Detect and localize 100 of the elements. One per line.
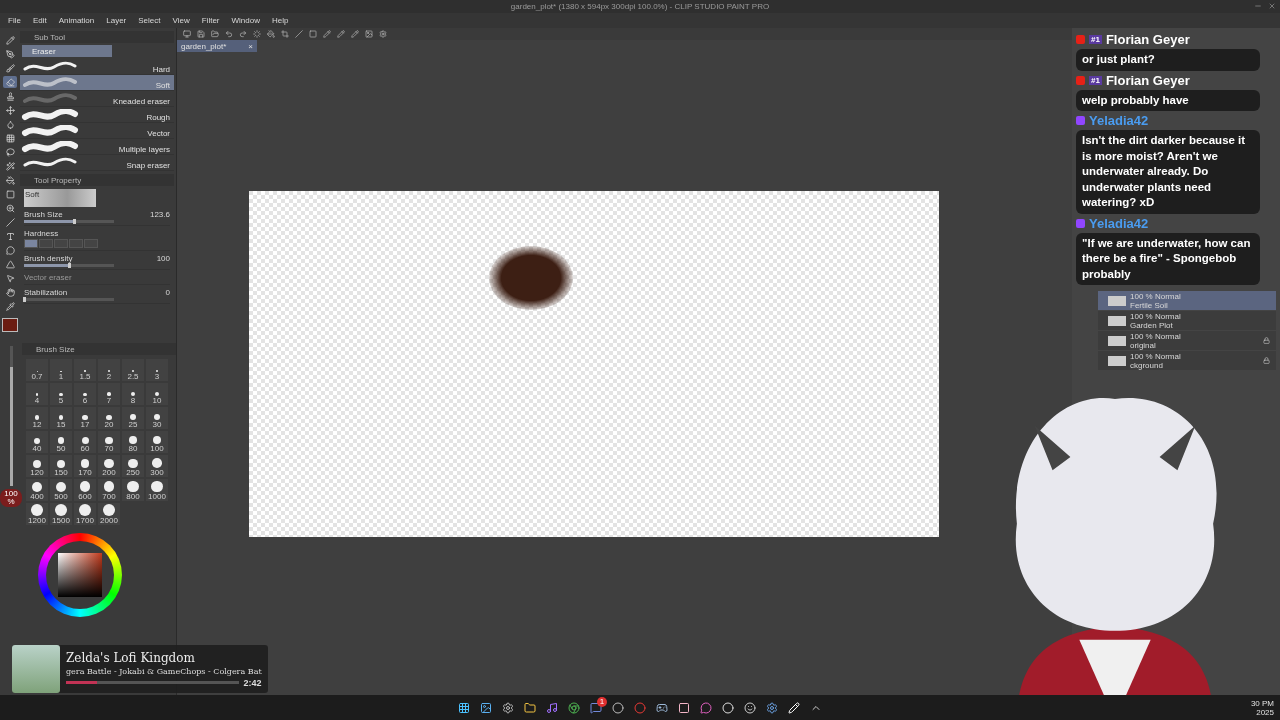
brush-size-preset[interactable]: 700 [98, 479, 120, 501]
brush-size-preset[interactable]: 800 [122, 479, 144, 501]
sub-tool-item[interactable]: Soft [20, 75, 174, 91]
toolbar-icon[interactable] [239, 30, 247, 38]
brush-size-preset[interactable]: 40 [26, 431, 48, 453]
menu-item[interactable]: Edit [32, 16, 47, 25]
property-value[interactable]: 0 [165, 288, 170, 297]
lock-icon[interactable] [1263, 357, 1270, 364]
cog-icon[interactable] [766, 701, 778, 714]
property-value[interactable]: 123.6 [149, 210, 170, 219]
brush-size-preset[interactable]: 50 [50, 431, 72, 453]
property-slider[interactable] [24, 264, 114, 267]
brush-size-preset[interactable]: 1 [50, 359, 72, 381]
layer-row[interactable]: 100 % Normal Garden Plot [1098, 311, 1276, 330]
brush-size-preset[interactable]: 20 [98, 407, 120, 429]
brush-size-preset[interactable]: 4 [26, 383, 48, 405]
face-icon[interactable] [744, 701, 756, 714]
toolbar-icon[interactable] [323, 30, 331, 38]
toolbar-icon[interactable] [337, 30, 345, 38]
sub-tool-item[interactable]: Multiple layers [20, 139, 174, 155]
brush-size-preset[interactable]: 15 [50, 407, 72, 429]
size-slider[interactable] [9, 346, 13, 486]
lock-icon[interactable] [1263, 337, 1270, 344]
brush-size-preset[interactable]: 70 [98, 431, 120, 453]
brush-size-preset[interactable]: 17 [74, 407, 96, 429]
brush-size-preset[interactable]: 2 [98, 359, 120, 381]
brush-size-preset[interactable]: 2000 [98, 503, 120, 525]
brush-size-preset[interactable]: 600 [74, 479, 96, 501]
main-color-swatch[interactable] [2, 318, 18, 332]
brush-size-preset[interactable]: 1000 [146, 479, 168, 501]
brush-size-preset[interactable]: 1.5 [74, 359, 96, 381]
layer-row[interactable]: 100 % Normal ckground [1098, 351, 1276, 370]
gamepad-icon[interactable] [656, 701, 668, 714]
chat-app-icon[interactable] [590, 701, 602, 714]
toolbar-icon[interactable] [365, 30, 373, 38]
disc-icon[interactable] [612, 701, 624, 714]
brush-size-preset[interactable]: 0.7 [26, 359, 48, 381]
brush-size-preset[interactable]: 10 [146, 383, 168, 405]
brush-size-preset[interactable]: 7 [98, 383, 120, 405]
brush-size-preset[interactable]: 80 [122, 431, 144, 453]
brush-size-preset[interactable]: 200 [98, 455, 120, 477]
menu-item[interactable]: Layer [106, 16, 127, 25]
brush-size-preset[interactable]: 8 [122, 383, 144, 405]
brush-size-preset[interactable]: 120 [26, 455, 48, 477]
brush-size-preset[interactable]: 100 [146, 431, 168, 453]
sub-tool-group[interactable]: Eraser [22, 45, 112, 57]
note-icon[interactable] [546, 701, 558, 714]
sub-tool-item[interactable]: Rough [20, 107, 174, 123]
brush-size-preset[interactable]: 2.5 [122, 359, 144, 381]
toolbar-icon[interactable] [211, 30, 219, 38]
brush-size-preset[interactable]: 400 [26, 479, 48, 501]
brush-size-preset[interactable]: 12 [26, 407, 48, 429]
menu-item[interactable]: Filter [201, 16, 220, 25]
record-icon[interactable] [634, 701, 646, 714]
layer-row[interactable]: 100 % Normal original [1098, 331, 1276, 350]
brush-size-preset[interactable]: 1500 [50, 503, 72, 525]
folder-icon[interactable] [524, 701, 536, 714]
brush-size-preset[interactable]: 300 [146, 455, 168, 477]
brush-size-preset[interactable]: 60 [74, 431, 96, 453]
start-icon[interactable] [458, 701, 470, 714]
document-tab[interactable]: garden_plot* × [177, 40, 257, 52]
menu-item[interactable]: Animation [58, 16, 95, 25]
toolbar-icon[interactable] [267, 30, 275, 38]
sub-tool-item[interactable]: Snap eraser [20, 155, 174, 171]
brush-size-preset[interactable]: 150 [50, 455, 72, 477]
toolbar-icon[interactable] [281, 30, 289, 38]
brush-size-preset[interactable]: 25 [122, 407, 144, 429]
sub-tool-item[interactable]: Vector [20, 123, 174, 139]
browser-icon[interactable] [568, 701, 580, 714]
toolbar-icon[interactable] [197, 30, 205, 38]
brush-size-preset[interactable]: 1200 [26, 503, 48, 525]
brush-size-preset[interactable]: 500 [50, 479, 72, 501]
brush-size-preset[interactable]: 250 [122, 455, 144, 477]
menu-item[interactable]: Help [271, 16, 289, 25]
brush-size-preset[interactable]: 30 [146, 407, 168, 429]
brush-size-preset[interactable]: 6 [74, 383, 96, 405]
toolbar-icon[interactable] [225, 30, 233, 38]
toolbar-icon[interactable] [253, 30, 261, 38]
sub-tool-item[interactable]: Kneaded eraser [20, 91, 174, 107]
menu-item[interactable]: View [172, 16, 190, 25]
brush-size-preset[interactable]: 170 [74, 455, 96, 477]
brush-size-preset[interactable]: 3 [146, 359, 168, 381]
settings-icon[interactable] [502, 701, 514, 714]
brush-size-preset[interactable]: 5 [50, 383, 72, 405]
pen-app-icon[interactable] [788, 701, 800, 714]
app-tile-icon[interactable] [678, 701, 690, 714]
clock-text: 30 PM [1250, 698, 1274, 708]
property-slider[interactable] [24, 220, 114, 223]
property-value[interactable]: 100 [156, 254, 170, 263]
toolbar-icon[interactable] [351, 30, 359, 38]
close-icon[interactable] [1268, 2, 1276, 10]
speech-icon[interactable] [700, 701, 712, 714]
gallery-icon[interactable] [480, 701, 492, 714]
layer-row[interactable]: 100 % Normal Fertile Soil [1098, 291, 1276, 310]
menu-item[interactable]: Window [231, 16, 260, 25]
menu-item[interactable]: Select [138, 16, 161, 25]
brush-size-preset[interactable]: 1700 [74, 503, 96, 525]
toolbar-icon[interactable] [183, 30, 191, 38]
toolbar-icon[interactable] [379, 30, 387, 38]
menu-item[interactable]: File [8, 16, 21, 25]
